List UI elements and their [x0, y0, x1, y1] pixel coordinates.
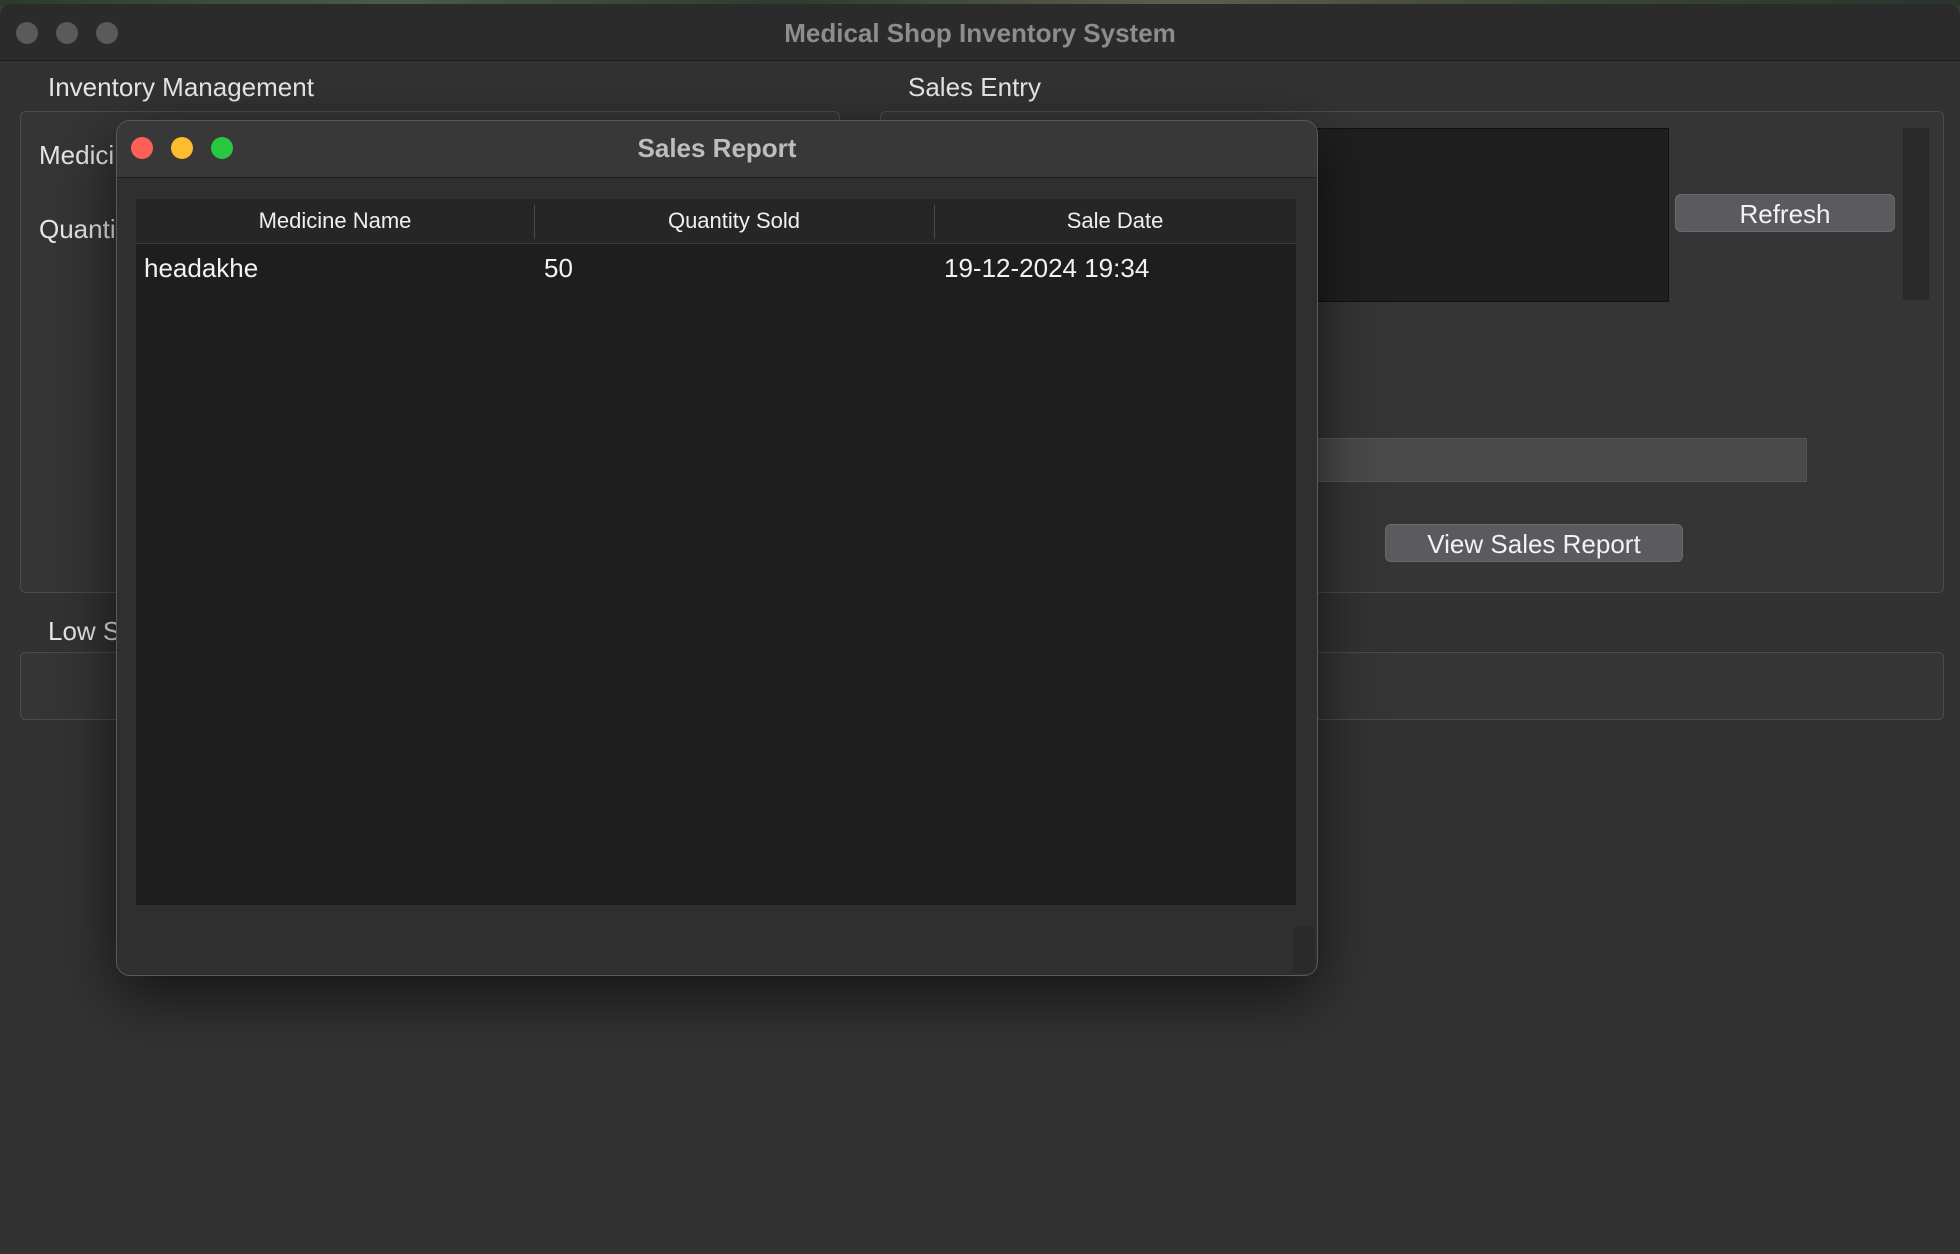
low-stock-section-label: Low S [48, 616, 121, 646]
medicine-name-label: Medici [39, 140, 115, 170]
table-row[interactable]: headakhe 50 19-12-2024 19:34 [136, 247, 1296, 291]
table-header: Medicine Name Quantity Sold Sale Date [136, 199, 1296, 244]
cell-sale-date: 19-12-2024 19:34 [944, 253, 1150, 283]
inventory-section-label: Inventory Management [48, 72, 314, 102]
column-header-quantity-sold[interactable]: Quantity Sold [534, 199, 934, 243]
column-header-medicine-name[interactable]: Medicine Name [136, 199, 534, 243]
view-sales-report-button[interactable]: View Sales Report [1385, 524, 1683, 562]
sales-report-dialog: Sales Report Medicine Name Quantity Sold… [116, 120, 1318, 976]
cell-quantity-sold: 50 [544, 253, 573, 283]
sales-report-table: Medicine Name Quantity Sold Sale Date he… [136, 199, 1296, 905]
quantity-label: Quanti [39, 214, 116, 244]
cell-medicine-name: headakhe [144, 253, 259, 283]
column-header-sale-date[interactable]: Sale Date [934, 199, 1296, 243]
main-titlebar: Medical Shop Inventory System [0, 4, 1960, 61]
dialog-title: Sales Report [637, 133, 797, 163]
vertical-scrollbar[interactable] [1903, 128, 1929, 300]
resize-handle[interactable] [1293, 927, 1315, 973]
dialog-titlebar: Sales Report [117, 121, 1317, 178]
refresh-button[interactable]: Refresh [1675, 194, 1895, 232]
window-title: Medical Shop Inventory System [784, 18, 1176, 48]
sales-entry-section-label: Sales Entry [908, 72, 1041, 102]
